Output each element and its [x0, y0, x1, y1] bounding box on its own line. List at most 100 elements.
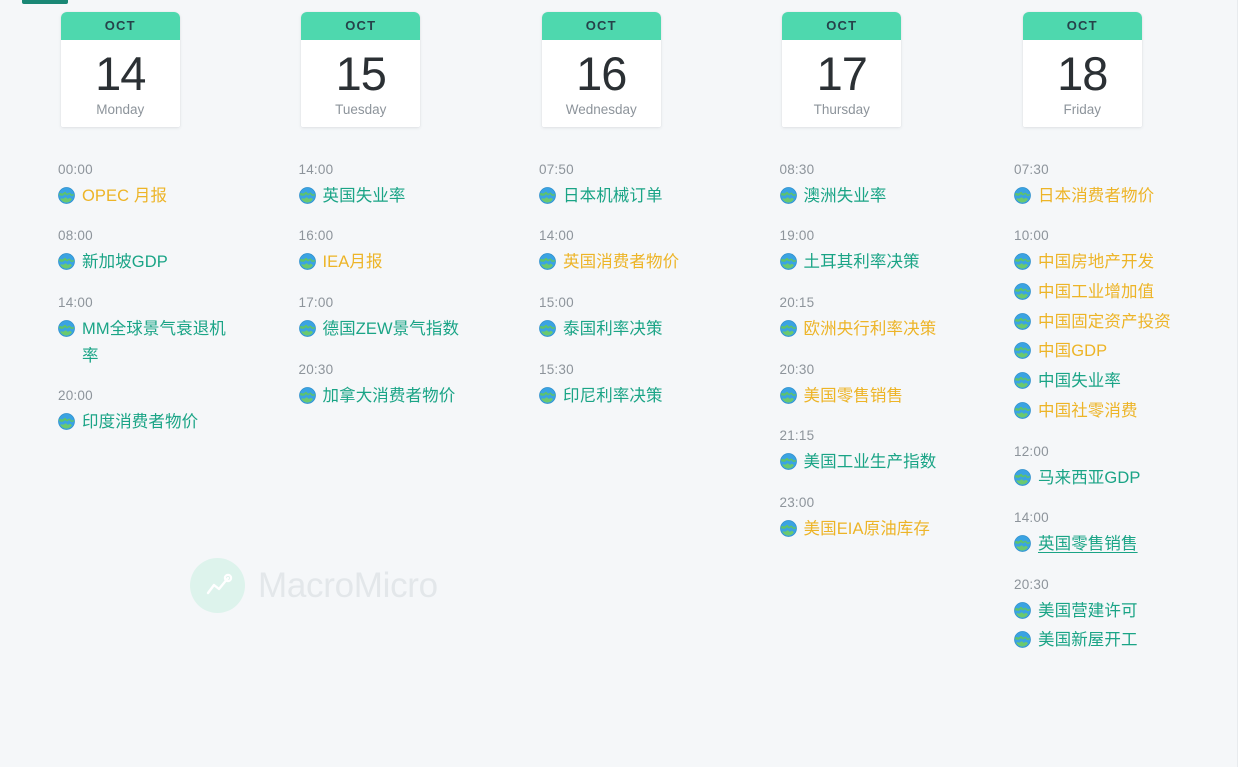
date-card[interactable]: OCT 18 Friday	[1022, 12, 1142, 127]
event-time-label: 08:00	[58, 228, 93, 244]
event-name-link[interactable]: 中国社零消费	[1038, 398, 1138, 425]
event-item[interactable]: 英国消费者物价	[539, 249, 712, 276]
event-time-label: 07:50	[539, 161, 574, 177]
event-name-link[interactable]: MM全球景气衰退机率	[82, 316, 231, 369]
date-card-weekday: Friday	[1063, 101, 1101, 117]
event-item[interactable]: 马来西亚GDP	[1014, 465, 1199, 492]
event-item[interactable]: 土耳其利率决策	[779, 249, 953, 276]
event-name-link[interactable]: 英国失业率	[323, 183, 406, 210]
date-card[interactable]: OCT 14 Monday	[60, 12, 180, 127]
globe-icon	[779, 386, 797, 404]
event-item[interactable]: 美国新屋开工	[1014, 627, 1199, 654]
event-item[interactable]: 中国工业增加值	[1014, 279, 1199, 306]
date-card-month: OCT	[60, 12, 180, 40]
event-item[interactable]: 澳洲失业率	[779, 183, 953, 210]
event-list: 00:00 OPEC 月报 08:00 新加坡GDP 14:00 MM全球景气衰退机率 20…	[0, 161, 241, 436]
date-card-weekday: Thursday	[813, 101, 870, 117]
globe-icon	[539, 386, 556, 404]
event-time-label: 20:30	[779, 361, 815, 377]
date-card-body: 16 Wednesday	[541, 40, 661, 127]
event-item[interactable]: 日本消费者物价	[1014, 183, 1199, 210]
event-item[interactable]: 泰国利率决策	[539, 316, 712, 343]
event-item[interactable]: 印度消费者物价	[58, 409, 231, 436]
event-time-group: 19:00 土耳其利率决策	[780, 227, 953, 276]
day-column: OCT 16 Wednesday 07:50 日本机械订单 14:00 英国消费者物价 15:…	[481, 0, 722, 409]
globe-icon	[58, 186, 75, 204]
event-time-label: 12:00	[1014, 443, 1049, 459]
globe-icon	[539, 253, 556, 271]
event-item[interactable]: 加拿大消费者物价	[298, 383, 472, 410]
date-card-month: OCT	[541, 12, 661, 40]
event-item[interactable]: 中国GDP	[1014, 338, 1199, 365]
event-item[interactable]: 美国工业生产指数	[779, 449, 953, 476]
event-name-link[interactable]: 日本消费者物价	[1038, 183, 1154, 210]
event-item[interactable]: 英国失业率	[298, 183, 472, 210]
event-item[interactable]: IEA月报	[298, 249, 472, 276]
event-time-label: 21:15	[779, 428, 815, 444]
event-name-link[interactable]: 中国工业增加值	[1038, 279, 1154, 306]
globe-icon	[539, 186, 556, 204]
date-card[interactable]: OCT 15 Tuesday	[301, 12, 421, 127]
event-name-link[interactable]: 美国零售销售	[804, 383, 904, 410]
date-card[interactable]: OCT 17 Thursday	[782, 12, 902, 127]
event-name-link[interactable]: 德国ZEW景气指数	[323, 316, 460, 343]
event-list: 08:30 澳洲失业率 19:00 土耳其利率决策 20:15 欧洲央行利率决策 20:30…	[722, 161, 963, 543]
event-item[interactable]: 中国房地产开发	[1014, 249, 1199, 276]
event-name-link[interactable]: IEA月报	[323, 249, 383, 276]
event-time-group: 17:00 德国ZEW景气指数	[299, 294, 472, 343]
event-item[interactable]: 欧洲央行利率决策	[779, 316, 953, 343]
event-name-link[interactable]: 中国GDP	[1038, 338, 1107, 365]
date-card-day-number: 17	[816, 47, 868, 100]
event-name-link[interactable]: 英国零售销售	[1038, 531, 1138, 558]
event-name-link[interactable]: OPEC 月报	[82, 183, 167, 210]
event-item[interactable]: 印尼利率决策	[539, 383, 712, 410]
event-name-link[interactable]: 泰国利率决策	[563, 316, 663, 343]
event-item[interactable]: 中国社零消费	[1014, 398, 1199, 425]
event-item[interactable]: 美国EIA原油库存	[779, 516, 953, 543]
event-time-label: 08:30	[779, 161, 815, 177]
event-name-link[interactable]: 中国房地产开发	[1038, 249, 1154, 276]
globe-icon	[1014, 601, 1031, 619]
globe-icon	[298, 186, 316, 204]
event-time-label: 00:00	[58, 161, 93, 177]
event-item[interactable]: 美国营建许可	[1014, 598, 1199, 625]
date-card[interactable]: OCT 16 Wednesday	[541, 12, 661, 127]
event-name-link[interactable]: 美国营建许可	[1038, 598, 1138, 625]
event-name-link[interactable]: 美国EIA原油库存	[804, 516, 931, 543]
event-time-group: 12:00 马来西亚GDP	[1014, 443, 1199, 492]
event-name-link[interactable]: 新加坡GDP	[82, 249, 168, 276]
event-name-link[interactable]: 澳洲失业率	[804, 183, 887, 210]
event-name-link[interactable]: 土耳其利率决策	[804, 249, 920, 276]
event-name-link[interactable]: 中国失业率	[1038, 368, 1121, 395]
event-time-group: 08:30 澳洲失业率	[780, 161, 953, 210]
event-time-label: 15:30	[539, 361, 574, 377]
event-name-link[interactable]: 欧洲央行利率决策	[804, 316, 937, 343]
event-item[interactable]: OPEC 月报	[58, 183, 231, 210]
event-item[interactable]: 德国ZEW景气指数	[298, 316, 472, 343]
event-name-link[interactable]: 美国工业生产指数	[804, 449, 937, 476]
event-name-link[interactable]: 印度消费者物价	[82, 409, 198, 436]
event-item[interactable]: 英国零售销售	[1014, 531, 1199, 558]
event-name-link[interactable]: 英国消费者物价	[563, 249, 679, 276]
event-name-link[interactable]: 加拿大消费者物价	[323, 383, 456, 410]
event-name-link[interactable]: 马来西亚GDP	[1038, 465, 1140, 492]
day-column: OCT 17 Thursday 08:30 澳洲失业率 19:00 土耳其利率决策 20:15…	[722, 0, 963, 542]
date-card-body: 18 Friday	[1022, 40, 1142, 127]
event-item[interactable]: 新加坡GDP	[58, 249, 231, 276]
event-time-label: 14:00	[298, 161, 334, 177]
event-time-label: 17:00	[298, 295, 334, 311]
event-item[interactable]: 日本机械订单	[539, 183, 712, 210]
globe-icon	[1014, 631, 1031, 649]
event-time-label: 23:00	[779, 494, 815, 510]
event-time-group: 00:00 OPEC 月报	[58, 161, 231, 210]
event-name-link[interactable]: 美国新屋开工	[1038, 627, 1138, 654]
event-item[interactable]: MM全球景气衰退机率	[58, 316, 231, 369]
globe-icon	[1014, 402, 1031, 419]
event-item[interactable]: 中国固定资产投资	[1014, 309, 1199, 336]
event-item[interactable]: 中国失业率	[1014, 368, 1199, 395]
event-name-link[interactable]: 日本机械订单	[563, 183, 663, 210]
event-name-link[interactable]: 中国固定资产投资	[1038, 309, 1171, 336]
event-name-link[interactable]: 印尼利率决策	[563, 383, 663, 410]
event-item[interactable]: 美国零售销售	[779, 383, 953, 410]
event-time-group: 20:30 加拿大消费者物价	[299, 361, 472, 410]
